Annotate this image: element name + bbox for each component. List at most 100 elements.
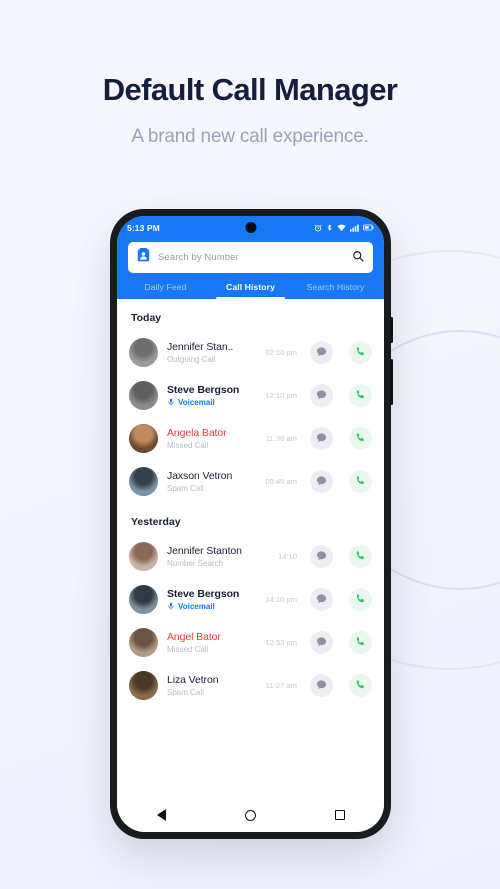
message-button[interactable] xyxy=(310,341,333,364)
call-time: 11:27 am xyxy=(265,681,297,690)
tab-daily-feed[interactable]: Daily Feed xyxy=(123,282,208,299)
call-type-text: Outgoing Call xyxy=(167,355,216,364)
status-bar-icons xyxy=(314,223,374,232)
message-bubble-icon xyxy=(316,387,327,405)
avatar xyxy=(129,381,158,410)
call-log-row[interactable]: Steve Bergson Voicemail 12:10 pm xyxy=(117,374,384,417)
message-button[interactable] xyxy=(310,545,333,568)
avatar xyxy=(129,424,158,453)
phone-handset-icon xyxy=(355,591,366,609)
phone-side-button-bottom[interactable] xyxy=(390,359,393,405)
voicemail-mic-icon xyxy=(167,602,175,612)
call-button[interactable] xyxy=(349,470,372,493)
call-type-label: Spam Call xyxy=(167,484,256,493)
message-bubble-icon xyxy=(316,344,327,362)
call-type-label: Voicemail xyxy=(167,398,256,408)
phone-mockup: 5:13 PM Search by Number Daily Feed Call… xyxy=(110,209,393,839)
call-log-meta: Jaxson Vetron Spam Call xyxy=(167,470,256,493)
message-button[interactable] xyxy=(310,384,333,407)
phone-handset-icon xyxy=(355,677,366,695)
message-bubble-icon xyxy=(316,430,327,448)
call-log-row[interactable]: Jennifer Stan.. Outgoing Call 02:10 pm xyxy=(117,331,384,374)
front-camera-punchhole xyxy=(245,222,256,233)
call-log-meta: Jennifer Stan.. Outgoing Call xyxy=(167,341,256,364)
contact-card-icon xyxy=(137,248,150,267)
call-button[interactable] xyxy=(349,588,372,611)
status-bar: 5:13 PM xyxy=(117,216,384,239)
call-button[interactable] xyxy=(349,674,372,697)
call-type-text: Voicemail xyxy=(178,398,215,407)
phone-handset-icon xyxy=(355,473,366,491)
search-input-placeholder[interactable]: Search by Number xyxy=(158,252,344,263)
call-log-row[interactable]: Angel Bator Missed Call 12:53 pm xyxy=(117,621,384,664)
message-bubble-icon xyxy=(316,473,327,491)
message-button[interactable] xyxy=(310,588,333,611)
back-triangle-icon[interactable] xyxy=(156,809,166,821)
contact-name: Jennifer Stan.. xyxy=(167,341,234,353)
call-time: 12:53 pm xyxy=(265,638,297,647)
phone-handset-icon xyxy=(355,634,366,652)
call-time: 14:10 xyxy=(277,552,297,561)
call-time: 02:10 pm xyxy=(265,348,297,357)
search-section: Search by Number xyxy=(117,239,384,282)
call-history-list: Today Jennifer Stan.. Outgoing Call 02:10 p… xyxy=(117,299,384,798)
signal-icon xyxy=(350,224,359,232)
phone-handset-icon xyxy=(355,548,366,566)
avatar xyxy=(129,585,158,614)
call-log-row[interactable]: Jennifer Stanton Number Search 14:10 xyxy=(117,535,384,578)
message-button[interactable] xyxy=(310,470,333,493)
tab-bar: Daily Feed Call History Search History xyxy=(117,282,384,299)
call-log-row[interactable]: Angela Bator Missed Call 11:38 am xyxy=(117,417,384,460)
contact-name: Angela Bator xyxy=(167,427,227,439)
call-button[interactable] xyxy=(349,545,372,568)
phone-handset-icon xyxy=(355,387,366,405)
call-type-text: Missed Call xyxy=(167,441,209,450)
contact-name: Jennifer Stanton xyxy=(167,545,242,557)
call-button[interactable] xyxy=(349,631,372,654)
home-circle-icon[interactable] xyxy=(244,809,256,821)
phone-side-button-top[interactable] xyxy=(390,317,393,343)
call-time: 11:38 am xyxy=(265,434,297,443)
section-title: Today xyxy=(131,312,162,324)
tab-search-history[interactable]: Search History xyxy=(293,282,378,299)
tab-call-history[interactable]: Call History xyxy=(208,282,293,299)
avatar xyxy=(129,628,158,657)
call-type-label: Missed Call xyxy=(167,441,257,450)
search-bar[interactable]: Search by Number xyxy=(128,242,373,273)
call-type-text: Spam Call xyxy=(167,688,204,697)
message-bubble-icon xyxy=(316,634,327,652)
recents-square-icon[interactable] xyxy=(334,810,345,820)
call-log-meta: Steve Bergson Voicemail xyxy=(167,384,256,408)
contact-name: Steve Bergson xyxy=(167,587,240,600)
call-log-row[interactable]: Liza Vetron Spam Call 11:27 am xyxy=(117,664,384,707)
message-button[interactable] xyxy=(310,427,333,450)
call-type-text: Voicemail xyxy=(178,602,215,611)
call-log-meta: Jennifer Stanton Number Search xyxy=(167,545,269,568)
call-button[interactable] xyxy=(349,341,372,364)
android-nav-bar xyxy=(117,798,384,832)
search-icon[interactable] xyxy=(352,249,364,267)
call-log-row[interactable]: Jaxson Vetron Spam Call 09:45 am xyxy=(117,460,384,503)
alarm-icon xyxy=(314,224,322,232)
status-bar-time: 5:13 PM xyxy=(127,222,160,233)
call-type-text: Spam Call xyxy=(167,484,204,493)
page-title: Default Call Manager xyxy=(102,72,398,107)
call-type-label: Missed Call xyxy=(167,645,256,654)
contact-name: Liza Vetron xyxy=(167,674,219,686)
phone-screen: 5:13 PM Search by Number Daily Feed Call… xyxy=(117,216,384,832)
call-type-text: Number Search xyxy=(167,559,224,568)
bluetooth-icon xyxy=(326,223,333,232)
call-button[interactable] xyxy=(349,384,372,407)
message-bubble-icon xyxy=(316,591,327,609)
avatar xyxy=(129,671,158,700)
call-log-row[interactable]: Steve Bergson Voicemail 14:10 pm xyxy=(117,578,384,621)
contact-name: Jaxson Vetron xyxy=(167,470,233,482)
section-title: Yesterday xyxy=(131,516,181,528)
message-button[interactable] xyxy=(310,631,333,654)
phone-handset-icon xyxy=(355,344,366,362)
message-button[interactable] xyxy=(310,674,333,697)
call-time: 09:45 am xyxy=(265,477,297,486)
call-button[interactable] xyxy=(349,427,372,450)
message-bubble-icon xyxy=(316,677,327,695)
contact-name: Angel Bator xyxy=(167,631,221,643)
